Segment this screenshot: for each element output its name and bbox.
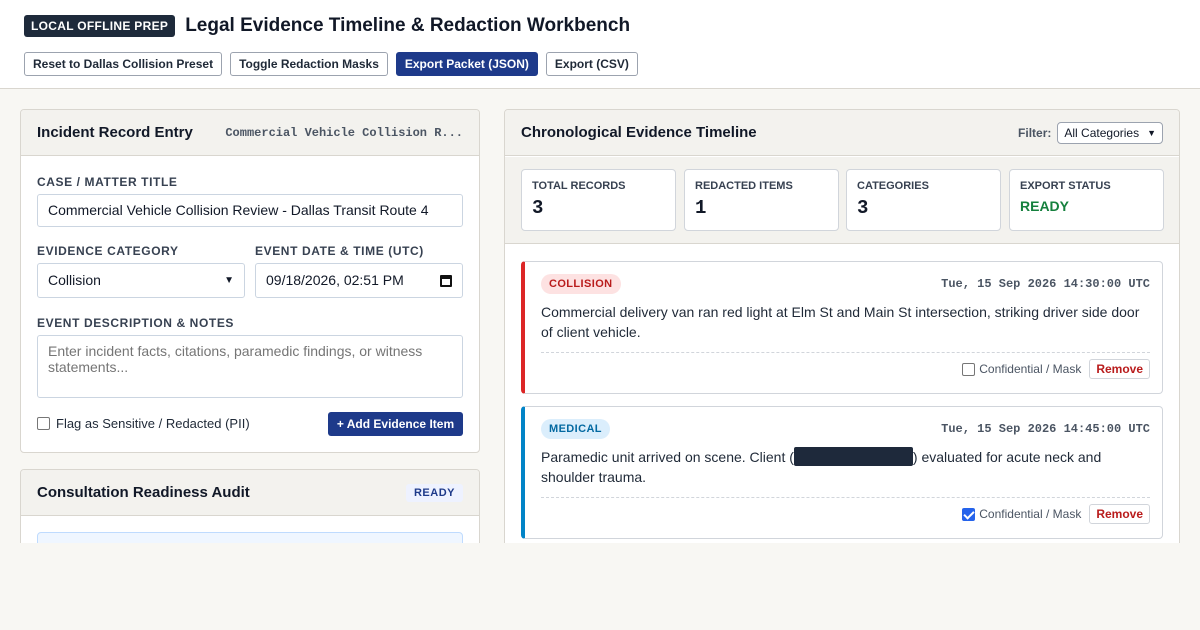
filter-group: Filter: All Categories ▼ [1018, 121, 1163, 144]
stat-label: EXPORT STATUS [1020, 180, 1111, 192]
sensitive-flag-label: Flag as Sensitive / Redacted (PII) [56, 416, 250, 431]
toolbar: Reset to Dallas Collision Preset Toggle … [24, 52, 638, 76]
mask-toggle[interactable]: Confidential / Mask [962, 507, 1081, 521]
entry-panel-title: Incident Record Entry [37, 124, 193, 141]
entry-panel-header: Incident Record Entry Commercial Vehicle… [21, 110, 479, 156]
remove-button[interactable]: Remove [1089, 504, 1150, 524]
evidence-text-before: Paramedic unit arrived on scene. Client … [541, 449, 794, 465]
mask-toggle[interactable]: Confidential / Mask [962, 362, 1081, 376]
description-textarea[interactable]: Enter incident facts, citations, paramed… [37, 335, 463, 398]
timeline-panel-header: Chronological Evidence Timeline Filter: … [505, 110, 1179, 156]
stat-export-status: EXPORT STATUS READY [1009, 169, 1164, 231]
add-evidence-button[interactable]: + Add Evidence Item [328, 412, 463, 436]
mask-checkbox[interactable] [962, 362, 976, 376]
evidence-card-footer: Confidential / Mask Remove [541, 353, 1150, 385]
category-badge: COLLISION [541, 274, 621, 294]
calendar-icon[interactable] [440, 274, 452, 287]
filter-value: All Categories [1064, 125, 1140, 140]
page-background [0, 543, 1200, 630]
category-select[interactable]: Collision ▼ [37, 263, 245, 298]
stat-value: 3 [857, 197, 869, 219]
stats-strip: TOTAL RECORDS 3 REDACTED ITEMS 1 CATEGOR… [505, 157, 1179, 244]
stat-label: TOTAL RECORDS [532, 180, 626, 192]
evidence-card-header: COLLISION Tue, 15 Sep 2026 14:30:00 UTC [541, 274, 1150, 294]
mask-label: Confidential / Mask [979, 507, 1082, 521]
evidence-card: COLLISION Tue, 15 Sep 2026 14:30:00 UTC … [521, 261, 1163, 394]
top-bar: LOCAL OFFLINE PREP Legal Evidence Timeli… [0, 0, 1200, 89]
chevron-down-icon: ▼ [224, 275, 234, 286]
datetime-label: EVENT DATE & TIME (UTC) [255, 244, 424, 258]
stat-value: READY [1020, 198, 1070, 214]
case-title-input[interactable]: Commercial Vehicle Collision Review - Da… [37, 194, 463, 227]
stat-label: REDACTED ITEMS [695, 180, 793, 192]
category-select-value: Collision [48, 272, 101, 288]
evidence-description: Commercial delivery van ran red light at… [541, 302, 1150, 353]
stat-categories: CATEGORIES 3 [846, 169, 1001, 231]
app-title: Legal Evidence Timeline & Redaction Work… [185, 15, 631, 36]
mask-label: Confidential / Mask [979, 362, 1082, 376]
stat-redacted-items: REDACTED ITEMS 1 [684, 169, 839, 231]
audit-status-badge: READY [405, 483, 463, 502]
brand-row: LOCAL OFFLINE PREP Legal Evidence Timeli… [24, 15, 630, 37]
case-title-label: CASE / MATTER TITLE [37, 175, 178, 189]
timeline-panel: Chronological Evidence Timeline Filter: … [504, 109, 1180, 559]
sensitive-flag[interactable]: Flag as Sensitive / Redacted (PII) [37, 416, 250, 431]
redaction-mask [793, 447, 913, 466]
evidence-card-footer: Confidential / Mask Remove [541, 498, 1150, 530]
timeline-panel-title: Chronological Evidence Timeline [521, 124, 757, 141]
stat-value: 3 [532, 197, 544, 219]
evidence-timestamp: Tue, 15 Sep 2026 14:30:00 UTC [941, 277, 1150, 291]
export-csv-button[interactable]: Export (CSV) [545, 52, 638, 76]
mask-checkbox[interactable] [962, 507, 976, 521]
description-label: EVENT DESCRIPTION & NOTES [37, 316, 235, 330]
category-label: EVIDENCE CATEGORY [37, 244, 179, 258]
evidence-card-header: MEDICAL Tue, 15 Sep 2026 14:45:00 UTC [541, 419, 1150, 439]
export-json-button[interactable]: Export Packet (JSON) [395, 52, 538, 76]
description-placeholder: Enter incident facts, citations, paramed… [48, 343, 423, 375]
evidence-description: Paramedic unit arrived on scene. Client … [541, 447, 1150, 498]
audit-panel-title: Consultation Readiness Audit [37, 484, 250, 501]
toggle-redaction-button[interactable]: Toggle Redaction Masks [230, 52, 388, 76]
reset-preset-button[interactable]: Reset to Dallas Collision Preset [24, 52, 223, 76]
evidence-timestamp: Tue, 15 Sep 2026 14:45:00 UTC [941, 422, 1150, 436]
stat-label: CATEGORIES [857, 180, 929, 192]
chevron-down-icon: ▼ [1147, 127, 1156, 138]
category-badge: MEDICAL [541, 419, 610, 439]
case-tag: Commercial Vehicle Collision R... [225, 125, 463, 140]
offline-badge: LOCAL OFFLINE PREP [24, 15, 176, 37]
filter-label: Filter: [1018, 125, 1052, 140]
stat-total-records: TOTAL RECORDS 3 [521, 169, 676, 231]
sensitive-checkbox[interactable] [37, 417, 50, 430]
stat-value: 1 [695, 197, 707, 219]
datetime-value: 09/18/2026, 02:51 PM [266, 272, 404, 288]
incident-entry-panel: Incident Record Entry Commercial Vehicle… [20, 109, 480, 453]
category-filter-select[interactable]: All Categories ▼ [1057, 121, 1163, 144]
evidence-card: MEDICAL Tue, 15 Sep 2026 14:45:00 UTC Pa… [521, 406, 1163, 539]
audit-panel-header: Consultation Readiness Audit READY [21, 470, 479, 516]
remove-button[interactable]: Remove [1089, 359, 1150, 379]
datetime-input[interactable]: 09/18/2026, 02:51 PM [255, 263, 463, 298]
